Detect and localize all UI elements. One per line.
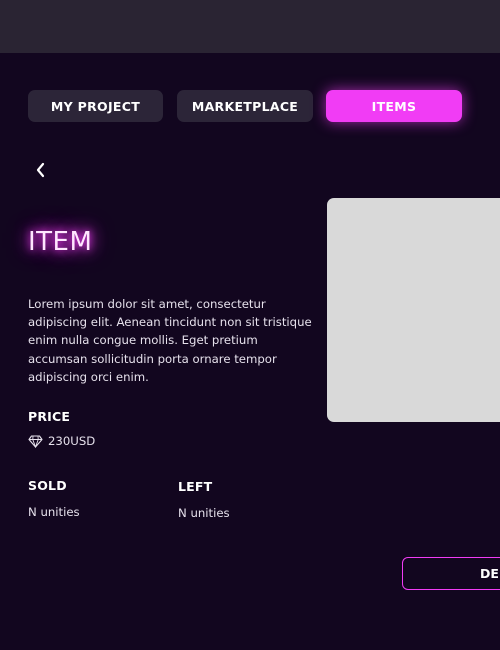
item-description: Lorem ipsum dolor sit amet, consectetur … xyxy=(28,297,312,384)
page-title: ITEM xyxy=(28,227,93,257)
chevron-left-icon xyxy=(36,162,45,178)
sold-value: N unities xyxy=(28,505,80,519)
price-value: 230USD xyxy=(48,434,96,448)
tab-my-project[interactable]: MY PROJECT xyxy=(28,90,163,122)
tab-items[interactable]: ITEMS xyxy=(326,90,462,122)
back-button[interactable] xyxy=(31,159,51,181)
action-button-label: DE xyxy=(480,566,499,581)
diamond-icon xyxy=(28,434,43,448)
sold-label: SOLD xyxy=(28,478,67,493)
item-image-placeholder xyxy=(327,198,500,422)
top-bar xyxy=(0,0,500,53)
action-button[interactable]: DE xyxy=(402,557,500,590)
left-label: LEFT xyxy=(178,479,213,494)
price-label: PRICE xyxy=(28,409,71,424)
tab-marketplace[interactable]: MARKETPLACE xyxy=(177,90,313,122)
left-value: N unities xyxy=(178,506,230,520)
price-value-row: 230USD xyxy=(28,434,95,448)
